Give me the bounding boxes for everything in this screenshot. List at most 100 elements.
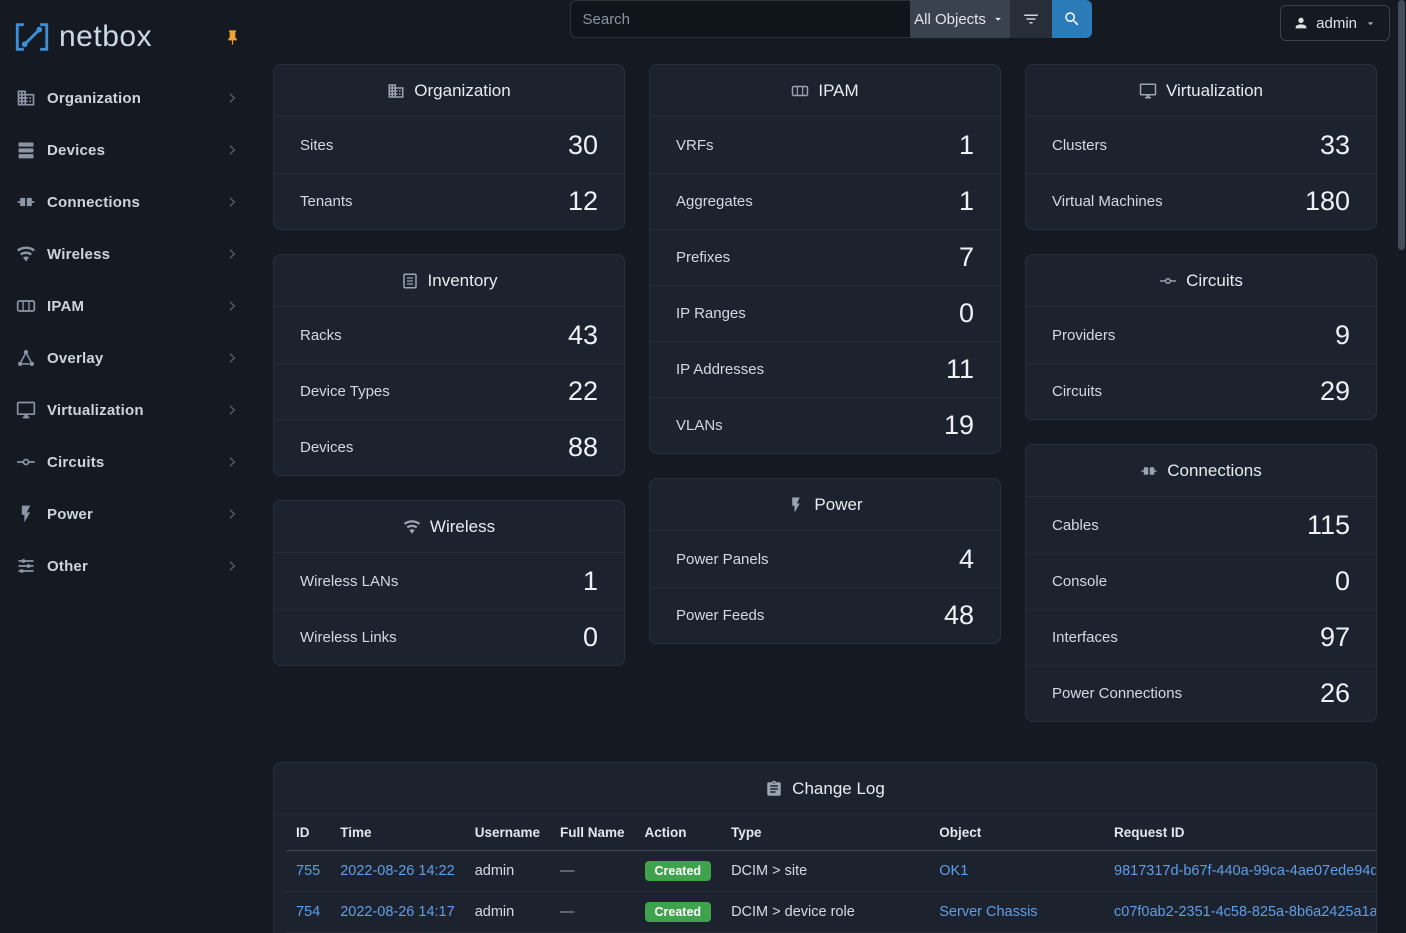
stat-row: Console 0 — [1026, 553, 1376, 609]
sidebar-item-ipam[interactable]: IPAM — [0, 280, 255, 332]
stat-value-clusters[interactable]: 33 — [1320, 130, 1350, 161]
stat-value-vrfs[interactable]: 1 — [959, 130, 974, 161]
stat-row: Device Types 22 — [274, 363, 624, 419]
column-header-object: Object — [929, 815, 1104, 851]
stat-label-ip-addresses[interactable]: IP Addresses — [676, 361, 764, 378]
stat-value-virtual-machines[interactable]: 180 — [1305, 186, 1350, 217]
graph-icon — [16, 348, 36, 368]
stat-label-ip-ranges[interactable]: IP Ranges — [676, 305, 746, 322]
stat-label-power-connections[interactable]: Power Connections — [1052, 685, 1182, 702]
stat-label-clusters[interactable]: Clusters — [1052, 137, 1107, 154]
stat-label-tenants[interactable]: Tenants — [300, 193, 353, 210]
stat-value-tenants[interactable]: 12 — [568, 186, 598, 217]
chevron-right-icon — [225, 247, 239, 261]
stat-label-wireless-lans[interactable]: Wireless LANs — [300, 573, 398, 590]
search-input[interactable] — [570, 0, 910, 38]
stat-label-circuits[interactable]: Circuits — [1052, 383, 1102, 400]
stat-value-providers[interactable]: 9 — [1335, 320, 1350, 351]
request-id-link[interactable]: 9817317d-b67f-440a-99ca-4ae07ede94df — [1114, 863, 1377, 879]
filter-button[interactable] — [1010, 0, 1052, 38]
chevron-right-icon — [225, 299, 239, 313]
sidebar-item-virtualization[interactable]: Virtualization — [0, 384, 255, 436]
stat-label-wireless-links[interactable]: Wireless Links — [300, 629, 397, 646]
change-time-link[interactable]: 2022-08-26 14:17 — [340, 904, 455, 920]
stat-label-power-panels[interactable]: Power Panels — [676, 551, 769, 568]
stat-label-virtual-machines[interactable]: Virtual Machines — [1052, 193, 1163, 210]
stat-value-interfaces[interactable]: 97 — [1320, 622, 1350, 653]
column-header-request-id: Request ID — [1104, 815, 1377, 851]
sidebar-item-label: IPAM — [47, 298, 214, 315]
stat-value-sites[interactable]: 30 — [568, 130, 598, 161]
change-full-name: — — [550, 851, 635, 892]
stat-value-wireless-lans[interactable]: 1 — [583, 566, 598, 597]
sidebar-item-label: Virtualization — [47, 402, 214, 419]
stat-value-console[interactable]: 0 — [1335, 566, 1350, 597]
sidebar-item-overlay[interactable]: Overlay — [0, 332, 255, 384]
stat-value-ip-addresses[interactable]: 11 — [946, 354, 974, 385]
stat-value-circuits[interactable]: 29 — [1320, 376, 1350, 407]
sidebar-item-circuits[interactable]: Circuits — [0, 436, 255, 488]
stat-label-vrfs[interactable]: VRFs — [676, 137, 714, 154]
change-object-link[interactable]: OK1 — [939, 863, 968, 879]
stat-value-device-types[interactable]: 22 — [568, 376, 598, 407]
sidebar-item-organization[interactable]: Organization — [0, 72, 255, 124]
stat-value-vlans[interactable]: 19 — [944, 410, 974, 441]
sidebar-item-other[interactable]: Other — [0, 540, 255, 592]
object-type-dropdown[interactable]: All Objects — [910, 0, 1010, 38]
stat-value-racks[interactable]: 43 — [568, 320, 598, 351]
stat-value-cables[interactable]: 115 — [1307, 510, 1350, 541]
user-name: admin — [1316, 15, 1357, 32]
stat-row: Devices 88 — [274, 419, 624, 475]
request-id-link[interactable]: c07f0ab2-2351-4c58-825a-8b6a2425a1ab — [1114, 904, 1377, 920]
stat-value-power-feeds[interactable]: 48 — [944, 600, 974, 631]
stat-label-providers[interactable]: Providers — [1052, 327, 1115, 344]
stat-label-interfaces[interactable]: Interfaces — [1052, 629, 1118, 646]
stat-label-cables[interactable]: Cables — [1052, 517, 1099, 534]
stat-label-power-feeds[interactable]: Power Feeds — [676, 607, 764, 624]
scrollbar-thumb[interactable] — [1398, 0, 1405, 250]
search-button[interactable] — [1052, 0, 1092, 38]
card-title: Virtualization — [1166, 81, 1263, 101]
stat-value-ip-ranges[interactable]: 0 — [959, 298, 974, 329]
stat-value-devices[interactable]: 88 — [568, 432, 598, 463]
cable-icon — [16, 192, 36, 212]
stat-label-sites[interactable]: Sites — [300, 137, 333, 154]
netbox-logo[interactable]: netbox — [14, 20, 152, 54]
stat-value-power-connections[interactable]: 26 — [1320, 678, 1350, 709]
stat-value-prefixes[interactable]: 7 — [959, 242, 974, 273]
card-header: Virtualization — [1026, 65, 1376, 117]
stat-label-devices[interactable]: Devices — [300, 439, 353, 456]
card-ipam: IPAM VRFs 1 Aggregates 1 Prefixes 7 — [649, 64, 1001, 454]
pin-icon[interactable] — [224, 29, 241, 46]
stat-label-vlans[interactable]: VLANs — [676, 417, 723, 434]
change-object-link[interactable]: Server Chassis — [939, 904, 1037, 920]
stat-value-wireless-links[interactable]: 0 — [583, 622, 598, 653]
flash-icon — [16, 504, 36, 524]
sidebar-item-devices[interactable]: Devices — [0, 124, 255, 176]
card-title: Organization — [414, 81, 510, 101]
user-menu-button[interactable]: admin — [1280, 5, 1390, 41]
stat-row: Providers 9 — [1026, 307, 1376, 363]
stat-label-aggregates[interactable]: Aggregates — [676, 193, 753, 210]
stat-value-aggregates[interactable]: 1 — [959, 186, 974, 217]
stat-label-console[interactable]: Console — [1052, 573, 1107, 590]
change-log-icon — [765, 780, 783, 798]
sidebar-item-wireless[interactable]: Wireless — [0, 228, 255, 280]
change-time-link[interactable]: 2022-08-26 14:22 — [340, 863, 455, 879]
sidebar-item-power[interactable]: Power — [0, 488, 255, 540]
change-id-link[interactable]: 755 — [296, 863, 320, 879]
change-id-link[interactable]: 754 — [296, 904, 320, 920]
card-header: Wireless — [274, 501, 624, 553]
stat-label-racks[interactable]: Racks — [300, 327, 342, 344]
scrollbar[interactable] — [1398, 0, 1405, 933]
sliders-icon — [16, 556, 36, 576]
stat-label-prefixes[interactable]: Prefixes — [676, 249, 730, 266]
card-title: Connections — [1167, 461, 1262, 481]
transit-icon — [1159, 272, 1177, 290]
stat-value-power-panels[interactable]: 4 — [959, 544, 974, 575]
sidebar-item-label: Other — [47, 558, 214, 575]
stat-label-device-types[interactable]: Device Types — [300, 383, 390, 400]
global-search: All Objects — [570, 0, 1092, 38]
sidebar-item-label: Connections — [47, 194, 214, 211]
sidebar-item-connections[interactable]: Connections — [0, 176, 255, 228]
